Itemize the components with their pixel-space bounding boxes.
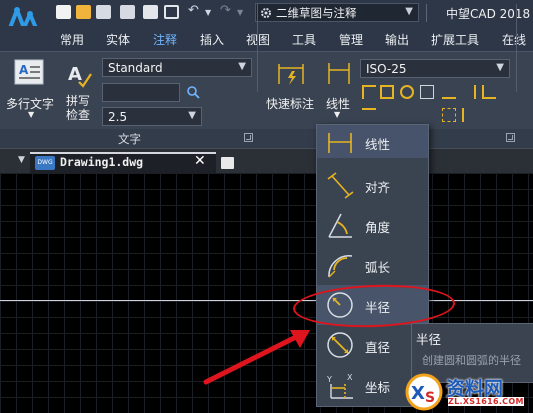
- spell-check-icon[interactable]: A: [66, 62, 92, 88]
- dim-edit-icon[interactable]: [462, 85, 476, 99]
- print-icon[interactable]: [143, 5, 158, 19]
- text-style-value: Standard: [108, 60, 163, 75]
- tooltip-description: 创建圆和圆弧的半径: [422, 354, 521, 367]
- redo-icon[interactable]: ↷: [220, 3, 231, 18]
- menu-item-label: 对齐: [365, 180, 391, 195]
- gear-icon: [261, 7, 271, 18]
- spell-label-line2[interactable]: 检查: [66, 106, 90, 123]
- tooltip-title: 半径: [416, 332, 442, 347]
- diameter-dim-icon: [327, 332, 353, 358]
- ordinate-dim-icon: Y X: [326, 373, 353, 399]
- arc-length-icon: [328, 255, 353, 278]
- dim-update-icon[interactable]: [482, 85, 496, 99]
- center-mark-icon[interactable]: [400, 85, 414, 99]
- close-icon[interactable]: ✕: [194, 153, 206, 169]
- menu-item-label: 直径: [365, 340, 391, 355]
- menu-item-linear[interactable]: 线性: [317, 122, 428, 162]
- svg-text:Y: Y: [326, 375, 332, 384]
- linear-dim-dropdown-icon[interactable]: ▼: [334, 110, 340, 119]
- tolerance-icon[interactable]: [420, 85, 434, 99]
- tab-output[interactable]: 输出: [385, 31, 409, 48]
- dim-break-icon[interactable]: [362, 108, 376, 122]
- angular-dim-icon: [328, 213, 352, 238]
- text-style-select[interactable]: Standard ▼: [102, 58, 252, 77]
- linear-dim-icon: [328, 133, 352, 153]
- menu-item-aligned[interactable]: 对齐: [317, 165, 428, 205]
- text-height-select[interactable]: 2.5 ▼: [102, 107, 202, 126]
- group-divider: [516, 4, 517, 92]
- save-icon[interactable]: [96, 5, 111, 19]
- redo-dropdown-icon[interactable]: ▼: [237, 8, 243, 17]
- chevron-down-icon: ▼: [188, 110, 196, 121]
- dim-space-icon[interactable]: [442, 108, 456, 122]
- find-text-input[interactable]: [102, 83, 180, 102]
- continue-dim-icon[interactable]: [362, 85, 376, 99]
- plot-preview-icon[interactable]: [164, 5, 179, 19]
- menu-item-label: 坐标: [365, 380, 391, 395]
- tab-online[interactable]: 在线: [502, 31, 526, 48]
- document-tab-name[interactable]: Drawing1.dwg: [60, 155, 143, 169]
- group-divider: [257, 4, 258, 92]
- quick-dim-label[interactable]: 快速标注: [266, 95, 314, 112]
- text-height-value: 2.5: [108, 109, 128, 124]
- quick-dim-icon[interactable]: [276, 58, 306, 88]
- tab-annotate[interactable]: 注释: [153, 31, 177, 48]
- dim-oblique-icon[interactable]: [462, 108, 476, 122]
- svg-text:A: A: [19, 63, 29, 77]
- title-divider: [426, 4, 427, 22]
- app-title: 中望CAD 2018 试: [446, 7, 533, 21]
- tab-tools[interactable]: 工具: [292, 31, 316, 48]
- dwg-file-icon: DWG: [35, 156, 55, 170]
- tab-extensions[interactable]: 扩展工具: [431, 31, 479, 48]
- svg-text:X: X: [411, 383, 425, 404]
- undo-icon[interactable]: ↶: [188, 3, 199, 18]
- chevron-down-icon: ▼: [238, 61, 246, 72]
- dim-panel-launcher-icon[interactable]: [506, 133, 515, 142]
- watermark-logo-icon: X S: [405, 373, 443, 411]
- tab-home[interactable]: 常用: [60, 31, 84, 48]
- baseline-dim-icon[interactable]: [380, 85, 394, 99]
- menu-item-label: 线性: [365, 137, 391, 152]
- new-file-icon[interactable]: [56, 5, 71, 19]
- menu-item-angular[interactable]: 角度: [317, 205, 428, 245]
- menu-item-arc-length[interactable]: 弧长: [317, 245, 428, 285]
- leader-icon[interactable]: [442, 85, 456, 99]
- open-folder-icon[interactable]: [76, 5, 91, 19]
- watermark-url: ZL.XS1616.COM: [448, 397, 524, 406]
- mtext-dropdown-icon[interactable]: ▼: [28, 110, 34, 119]
- undo-dropdown-icon[interactable]: ▼: [205, 8, 211, 17]
- mtext-icon[interactable]: A: [13, 58, 47, 88]
- ribbon-tab-bar: 常用 实体 注释 插入 视图 工具 管理 输出 扩展工具 在线: [0, 26, 533, 51]
- text-panel-launcher-icon[interactable]: [244, 133, 253, 142]
- tab-view[interactable]: 视图: [246, 31, 270, 48]
- svg-text:S: S: [425, 390, 435, 406]
- menu-item-label: 弧长: [365, 260, 391, 275]
- text-panel-title: 文字: [118, 132, 141, 146]
- dim-style-select[interactable]: ISO-25 ▼: [360, 59, 510, 78]
- aligned-dim-icon: [327, 172, 354, 199]
- save-as-icon[interactable]: [120, 5, 135, 19]
- menu-item-label: 角度: [365, 220, 391, 235]
- chevron-down-icon: ▼: [405, 6, 413, 17]
- new-tab-icon[interactable]: [221, 157, 234, 169]
- chevron-down-icon: ▼: [496, 62, 504, 73]
- panel-title-bar: [0, 129, 533, 148]
- tab-solid[interactable]: 实体: [106, 31, 130, 48]
- svg-text:X: X: [347, 373, 353, 382]
- tab-manage[interactable]: 管理: [339, 31, 363, 48]
- find-replace-icon[interactable]: [186, 85, 200, 99]
- linear-dim-big-icon[interactable]: [326, 60, 352, 86]
- workspace-label: 二维草图与注释: [276, 5, 357, 20]
- tab-list-dropdown-icon[interactable]: ▼: [18, 155, 25, 165]
- tab-insert[interactable]: 插入: [200, 31, 224, 48]
- workspace-select[interactable]: 二维草图与注释 ▼: [255, 3, 419, 22]
- pointer-arrow-icon: [203, 330, 310, 385]
- dim-style-value: ISO-25: [366, 61, 407, 76]
